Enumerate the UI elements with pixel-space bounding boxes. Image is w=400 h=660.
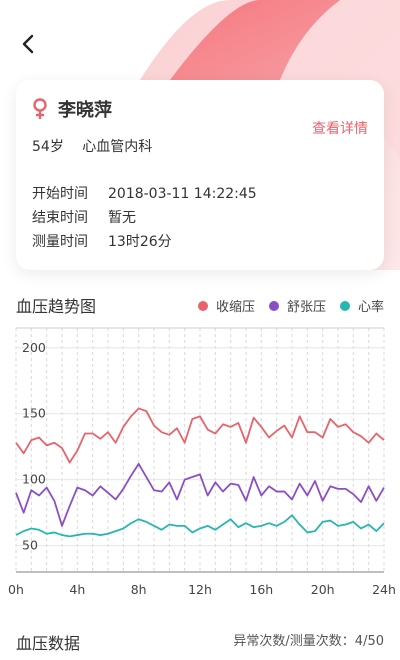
view-details-link[interactable]: 查看详情 bbox=[312, 118, 368, 138]
x-tick-label: 24h bbox=[372, 582, 396, 597]
legend-item-systolic: 收缩压 bbox=[197, 296, 255, 315]
info-row-duration: 测量时间 13时26分 bbox=[32, 230, 257, 254]
measurement-info: 开始时间 2018-03-11 14:22:45 结束时间 暂无 测量时间 13… bbox=[32, 182, 257, 254]
chart-legend: 收缩压 舒张压 心率 bbox=[184, 296, 384, 315]
info-label: 开始时间 bbox=[32, 186, 88, 202]
abnormal-count-summary: 异常次数/测量次数：4/50 bbox=[233, 634, 384, 649]
legend-item-heart-rate: 心率 bbox=[339, 296, 384, 315]
x-tick-label: 20h bbox=[311, 582, 335, 597]
info-label: 测量时间 bbox=[32, 234, 88, 250]
bp-trend-chart: 50 100 150 200 0h 4h 8h 12h 16h 20h 24h bbox=[8, 327, 396, 597]
chart-section-title: 血压趋势图 bbox=[16, 297, 97, 316]
info-row-end: 结束时间 暂无 bbox=[32, 206, 257, 230]
legend-label: 心率 bbox=[357, 300, 384, 315]
legend-dot-diastolic bbox=[268, 300, 279, 311]
patient-department: 心血管内科 bbox=[82, 139, 153, 155]
legend-item-diastolic: 舒张压 bbox=[268, 296, 326, 315]
info-value: 13时26分 bbox=[108, 234, 172, 250]
y-tick-label: 100 bbox=[22, 472, 46, 487]
patient-name-row: 李晓萍 bbox=[30, 96, 112, 122]
legend-dot-systolic bbox=[197, 300, 208, 311]
legend-dot-heart-rate bbox=[339, 300, 350, 311]
info-row-start: 开始时间 2018-03-11 14:22:45 bbox=[32, 182, 257, 206]
y-tick-label: 200 bbox=[22, 340, 46, 355]
back-button[interactable] bbox=[12, 28, 44, 60]
x-tick-label: 12h bbox=[188, 582, 212, 597]
y-tick-label: 50 bbox=[22, 538, 38, 553]
data-section-title: 血压数据 bbox=[16, 634, 81, 653]
x-tick-label: 16h bbox=[249, 582, 273, 597]
patient-card: 李晓萍 查看详情 54岁 心血管内科 开始时间 2018-03-11 14:22… bbox=[16, 80, 384, 270]
x-tick-label: 0h bbox=[8, 582, 24, 597]
female-icon bbox=[33, 98, 47, 119]
x-tick-label: 4h bbox=[69, 582, 85, 597]
legend-label: 收缩压 bbox=[215, 300, 255, 315]
legend-label: 舒张压 bbox=[286, 300, 326, 315]
chevron-left-icon bbox=[22, 34, 34, 54]
x-tick-label: 8h bbox=[131, 582, 147, 597]
patient-name: 李晓萍 bbox=[58, 100, 112, 121]
y-tick-label: 150 bbox=[22, 406, 46, 421]
patient-summary: 54岁 心血管内科 bbox=[32, 136, 152, 156]
info-label: 结束时间 bbox=[32, 210, 88, 226]
patient-age: 54岁 bbox=[32, 139, 64, 155]
info-value: 2018-03-11 14:22:45 bbox=[108, 186, 257, 202]
info-value: 暂无 bbox=[108, 210, 136, 226]
